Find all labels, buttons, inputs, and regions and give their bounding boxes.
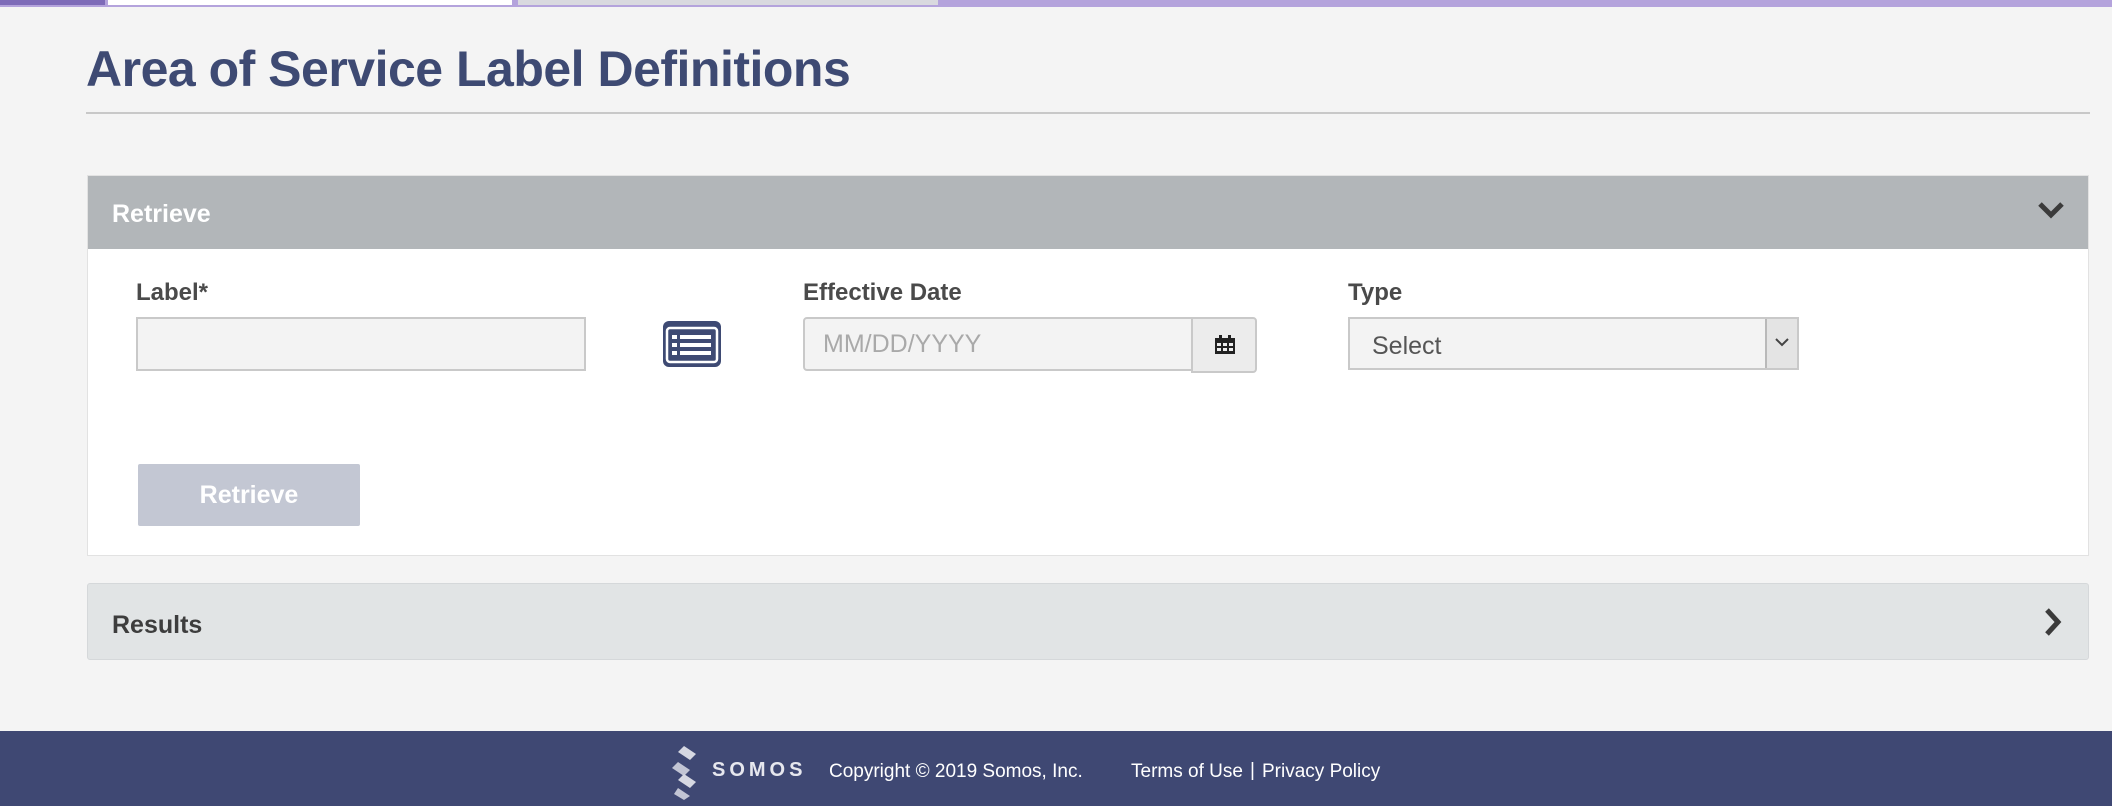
top-tab[interactable] [108, 0, 512, 5]
top-tab-active[interactable] [0, 0, 105, 5]
retrieve-panel-title: Retrieve [112, 200, 211, 228]
type-field-label: Type [1348, 279, 1403, 306]
results-panel-header[interactable]: Results [87, 583, 2089, 660]
retrieve-panel-header[interactable]: Retrieve [88, 176, 2088, 249]
retrieve-panel: Retrieve Label* Effective Date Type [87, 175, 2089, 556]
label-field-label: Label* [136, 279, 209, 306]
footer: SOMOS Copyright © 2019 Somos, Inc. Terms… [0, 731, 2112, 806]
chevron-down-icon [1775, 338, 1789, 347]
results-panel-title: Results [112, 611, 203, 639]
date-picker-button[interactable] [1191, 317, 1257, 373]
top-tab-strip [0, 0, 2112, 7]
effective-date-label: Effective Date [803, 279, 962, 306]
select-arrow[interactable] [1765, 319, 1797, 368]
title-divider [86, 112, 2090, 114]
top-tab[interactable] [518, 0, 938, 5]
chevron-down-icon[interactable] [2036, 198, 2066, 222]
somos-logo: SOMOS [670, 744, 815, 800]
page-title: Area of Service Label Definitions [86, 41, 851, 97]
type-select-value: Select [1372, 332, 1442, 360]
list-icon[interactable] [661, 319, 723, 369]
privacy-policy-link[interactable]: Privacy Policy [1262, 761, 1380, 783]
somos-logo-text: SOMOS [712, 759, 807, 781]
effective-date-input[interactable] [803, 317, 1194, 371]
chevron-right-icon[interactable] [2042, 606, 2064, 638]
footer-separator: | [1250, 760, 1255, 781]
somos-logo-mark-icon [672, 746, 696, 800]
type-select[interactable]: Select [1348, 317, 1799, 370]
calendar-icon [1215, 335, 1235, 354]
retrieve-button[interactable]: Retrieve [138, 464, 360, 526]
footer-copyright: Copyright © 2019 Somos, Inc. [829, 761, 1083, 782]
label-input[interactable] [136, 317, 586, 371]
terms-of-use-link[interactable]: Terms of Use [1131, 761, 1243, 783]
